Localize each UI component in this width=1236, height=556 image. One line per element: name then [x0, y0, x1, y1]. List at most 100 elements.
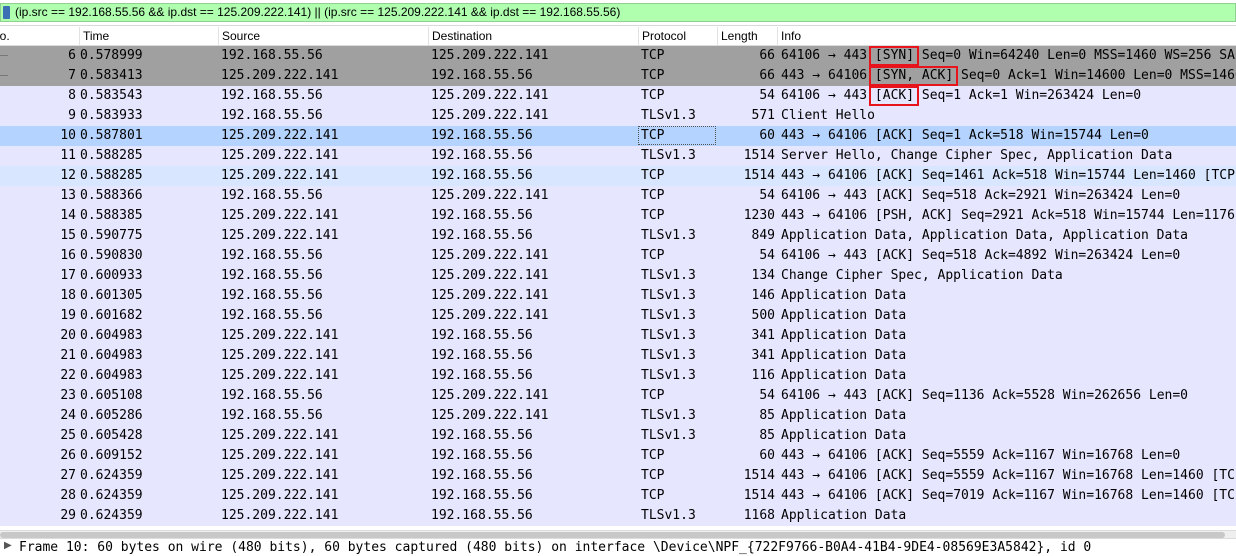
packet-length: 54	[759, 188, 775, 203]
packet-destination: 192.168.55.56	[431, 448, 533, 463]
packet-info: 64106 → 443 [ACK] Seq=518 Ack=2921 Win=2…	[781, 186, 1236, 206]
packet-info-text: 443 → 64106	[781, 448, 875, 463]
packet-destination: 125.209.222.141	[431, 388, 549, 403]
packet-info: Application Data	[781, 506, 1236, 526]
packet-destination: 125.209.222.141	[431, 88, 549, 103]
packet-source: 125.209.222.141	[221, 328, 339, 343]
packet-protocol: TCP	[641, 488, 665, 503]
column-header-time[interactable]: Time	[80, 27, 219, 45]
packet-length: 60	[759, 128, 775, 143]
packet-info: Application Data	[781, 306, 1236, 326]
packet-info: Application Data	[781, 366, 1236, 386]
packet-info-text: Application Data	[781, 508, 907, 523]
column-header-info[interactable]: Info	[778, 27, 1236, 45]
packet-source: 125.209.222.141	[221, 348, 339, 363]
packet-info: 64106 → 443 [SYN] Seq=0 Win=64240 Len=0 …	[781, 46, 1236, 66]
column-header-no[interactable]: No.	[0, 27, 80, 45]
packet-info-text: Application Data	[781, 408, 907, 423]
packet-number: 24	[60, 408, 76, 423]
packet-info-text: Seq=7019 Ack=1167 Win=16768 Len=1460 [TC…	[921, 488, 1236, 503]
packet-destination: 192.168.55.56	[431, 128, 533, 143]
packet-row[interactable]: 22 0.604983 125.209.222.141 192.168.55.56 TL…	[0, 366, 1236, 386]
packet-row[interactable]: 20 0.604983 125.209.222.141 192.168.55.56 TL…	[0, 326, 1236, 346]
packet-row[interactable]: 19 0.601682 192.168.55.56 125.209.222.141 TL…	[0, 306, 1236, 326]
packet-protocol: TLSv1.3	[641, 288, 696, 303]
packet-row[interactable]: 18 0.601305 192.168.55.56 125.209.222.141 TL…	[0, 286, 1236, 306]
packet-source: 125.209.222.141	[221, 128, 339, 143]
column-header-protocol[interactable]: Protocol	[639, 27, 718, 45]
packet-row[interactable]: 28 0.624359 125.209.222.141 192.168.55.56 TC…	[0, 486, 1236, 506]
packet-row[interactable]: 23 0.605108 192.168.55.56 125.209.222.141 TC…	[0, 386, 1236, 406]
packet-source: 125.209.222.141	[221, 208, 339, 223]
packet-destination: 125.209.222.141	[431, 108, 549, 123]
packet-number: 27	[60, 468, 76, 483]
packet-time: 0.624359	[80, 488, 143, 503]
packet-time: 0.583413	[80, 68, 143, 83]
packet-length: 85	[759, 408, 775, 423]
display-filter-input[interactable]: (ip.src == 192.168.55.56 && ip.dst == 12…	[0, 3, 1236, 22]
packet-row[interactable]: 17 0.600933 192.168.55.56 125.209.222.141 TL…	[0, 266, 1236, 286]
packet-row[interactable]: 29 0.624359 125.209.222.141 192.168.55.56 TL…	[0, 506, 1236, 526]
packet-length: 116	[751, 368, 775, 383]
packet-number: 8	[68, 88, 76, 103]
chevron-right-icon[interactable]: ▶	[4, 540, 12, 551]
packet-protocol: TLSv1.3	[641, 328, 696, 343]
packet-row[interactable]: 7 0.583413 125.209.222.141 192.168.55.56 TCP…	[0, 66, 1236, 86]
packet-info: 443 → 64106 [ACK] Seq=1461 Ack=518 Win=1…	[781, 166, 1236, 186]
packet-length: 134	[751, 268, 775, 283]
packet-row[interactable]: 15 0.590775 125.209.222.141 192.168.55.56 TL…	[0, 226, 1236, 246]
packet-time: 0.605428	[80, 428, 143, 443]
packet-row[interactable]: 25 0.605428 125.209.222.141 192.168.55.56 TL…	[0, 426, 1236, 446]
packet-number: 25	[60, 428, 76, 443]
packet-info-text: Server Hello, Change Cipher Spec, Applic…	[781, 148, 1173, 163]
packet-row[interactable]: 9 0.583933 192.168.55.56 125.209.222.141 TLS…	[0, 106, 1236, 126]
packet-row[interactable]: 11 0.588285 125.209.222.141 192.168.55.56 TL…	[0, 146, 1236, 166]
packet-protocol: TCP	[641, 248, 665, 263]
packet-info-text: Application Data	[781, 348, 907, 363]
packet-number: 6	[68, 48, 76, 63]
packet-time: 0.587801	[80, 128, 143, 143]
display-filter-bar: (ip.src == 192.168.55.56 && ip.dst == 12…	[0, 0, 1236, 26]
packet-row[interactable]: 24 0.605286 192.168.55.56 125.209.222.141 TL…	[0, 406, 1236, 426]
packet-info-text: Seq=2921 Ack=518 Win=15744 Len=1176	[953, 208, 1235, 223]
packet-protocol: TLSv1.3	[641, 428, 696, 443]
packet-info: 443 → 64106 [ACK] Seq=5559 Ack=1167 Win=…	[781, 446, 1236, 466]
packet-row[interactable]: 13 0.588366 192.168.55.56 125.209.222.141 TC…	[0, 186, 1236, 206]
tcp-flags: [ACK]	[874, 388, 915, 403]
column-header-source[interactable]: Source	[219, 27, 429, 45]
packet-row[interactable]: 26 0.609152 125.209.222.141 192.168.55.56 TC…	[0, 446, 1236, 466]
packet-info-text: Change Cipher Spec, Application Data	[781, 268, 1063, 283]
packet-info-text: 443 → 64106	[781, 128, 875, 143]
packet-source: 192.168.55.56	[221, 88, 323, 103]
column-header-destination[interactable]: Destination	[429, 27, 639, 45]
packet-row[interactable]: 16 0.590830 192.168.55.56 125.209.222.141 TC…	[0, 246, 1236, 266]
packet-length: 54	[759, 388, 775, 403]
packet-row[interactable]: 12 0.588285 125.209.222.141 192.168.55.56 TC…	[0, 166, 1236, 186]
packet-row[interactable]: 8 0.583543 192.168.55.56 125.209.222.141 TCP…	[0, 86, 1236, 106]
packet-row[interactable]: 6 0.578999 192.168.55.56 125.209.222.141 TCP…	[0, 46, 1236, 66]
packet-row[interactable]: 21 0.604983 125.209.222.141 192.168.55.56 TL…	[0, 346, 1236, 366]
packet-info-text: Application Data	[781, 428, 907, 443]
packet-destination: 192.168.55.56	[431, 328, 533, 343]
packet-protocol: TLSv1.3	[641, 368, 696, 383]
packet-row[interactable]: 27 0.624359 125.209.222.141 192.168.55.56 TC…	[0, 466, 1236, 486]
packet-protocol: TLSv1.3	[641, 308, 696, 323]
packet-destination: 192.168.55.56	[431, 148, 533, 163]
packet-number: 10	[60, 128, 76, 143]
bookmark-icon[interactable]	[3, 6, 10, 19]
tcp-flags: [ACK]	[874, 488, 915, 503]
packet-info: Application Data	[781, 406, 1236, 426]
packet-time: 0.604983	[80, 348, 143, 363]
packet-row[interactable]: 10 0.587801 125.209.222.141 192.168.55.56 TC…	[0, 126, 1236, 146]
frame-summary[interactable]: Frame 10: 60 bytes on wire (480 bits), 6…	[19, 539, 1091, 556]
packet-info-text: 64106 → 443	[781, 48, 875, 63]
packet-time: 0.588285	[80, 168, 143, 183]
column-header-length[interactable]: Length	[718, 27, 778, 45]
packet-length: 1168	[743, 508, 775, 523]
packet-info-text: Application Data	[781, 368, 907, 383]
packet-source: 125.209.222.141	[221, 228, 339, 243]
packet-info: 64106 → 443 [ACK] Seq=1 Ack=1 Win=263424…	[781, 86, 1236, 106]
packet-row[interactable]: 14 0.588385 125.209.222.141 192.168.55.56 TC…	[0, 206, 1236, 226]
packet-length: 66	[759, 48, 775, 63]
packet-destination: 125.209.222.141	[431, 308, 549, 323]
